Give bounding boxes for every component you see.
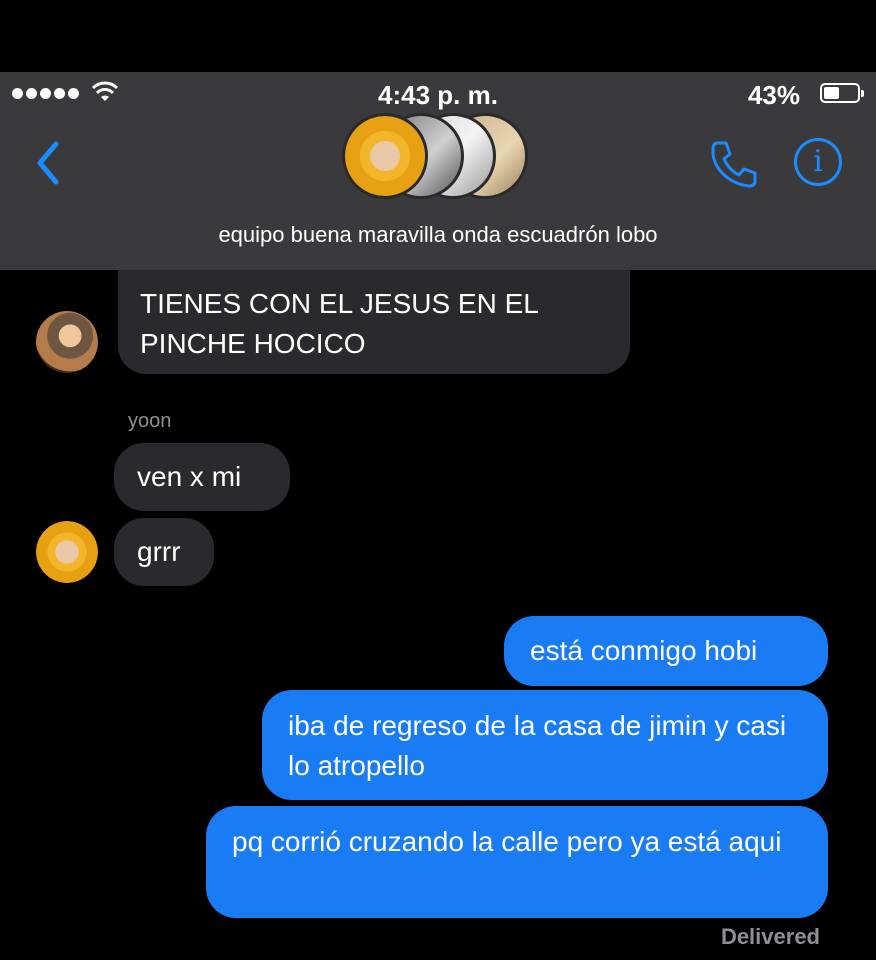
status-time: 4:43 p. m. (378, 80, 498, 110)
group-avatar-stack[interactable] (342, 113, 542, 203)
group-name[interactable]: equipo buena maravilla onda escuadrón lo… (0, 222, 876, 248)
sender-avatar[interactable] (36, 521, 98, 583)
info-icon[interactable]: i (794, 138, 842, 186)
message-bubble-incoming[interactable]: TIENES CON EL JESUS EN EL PINCHE HOCICO (118, 270, 630, 374)
message-bubble-outgoing[interactable]: pq corrió cruzando la calle pero ya está… (206, 806, 828, 918)
message-bubble-incoming[interactable]: grrr (114, 518, 214, 586)
message-bubble-incoming[interactable]: ven x mi (114, 443, 290, 511)
message-bubble-outgoing[interactable]: iba de regreso de la casa de jimin y cas… (262, 690, 828, 800)
battery-percent: 43% (747, 80, 800, 110)
message-bubble-outgoing[interactable]: está conmigo hobi (504, 616, 828, 686)
back-chevron-icon[interactable] (30, 138, 70, 188)
status-bar: 4:43 p. m. 43% (0, 78, 876, 110)
sender-avatar[interactable] (36, 311, 98, 373)
battery-icon (820, 83, 864, 103)
sender-name: yoon (128, 410, 172, 432)
member-avatar (342, 113, 428, 199)
phone-icon[interactable] (708, 138, 760, 190)
top-black-band (0, 0, 876, 72)
delivery-status: Delivered (720, 924, 820, 949)
